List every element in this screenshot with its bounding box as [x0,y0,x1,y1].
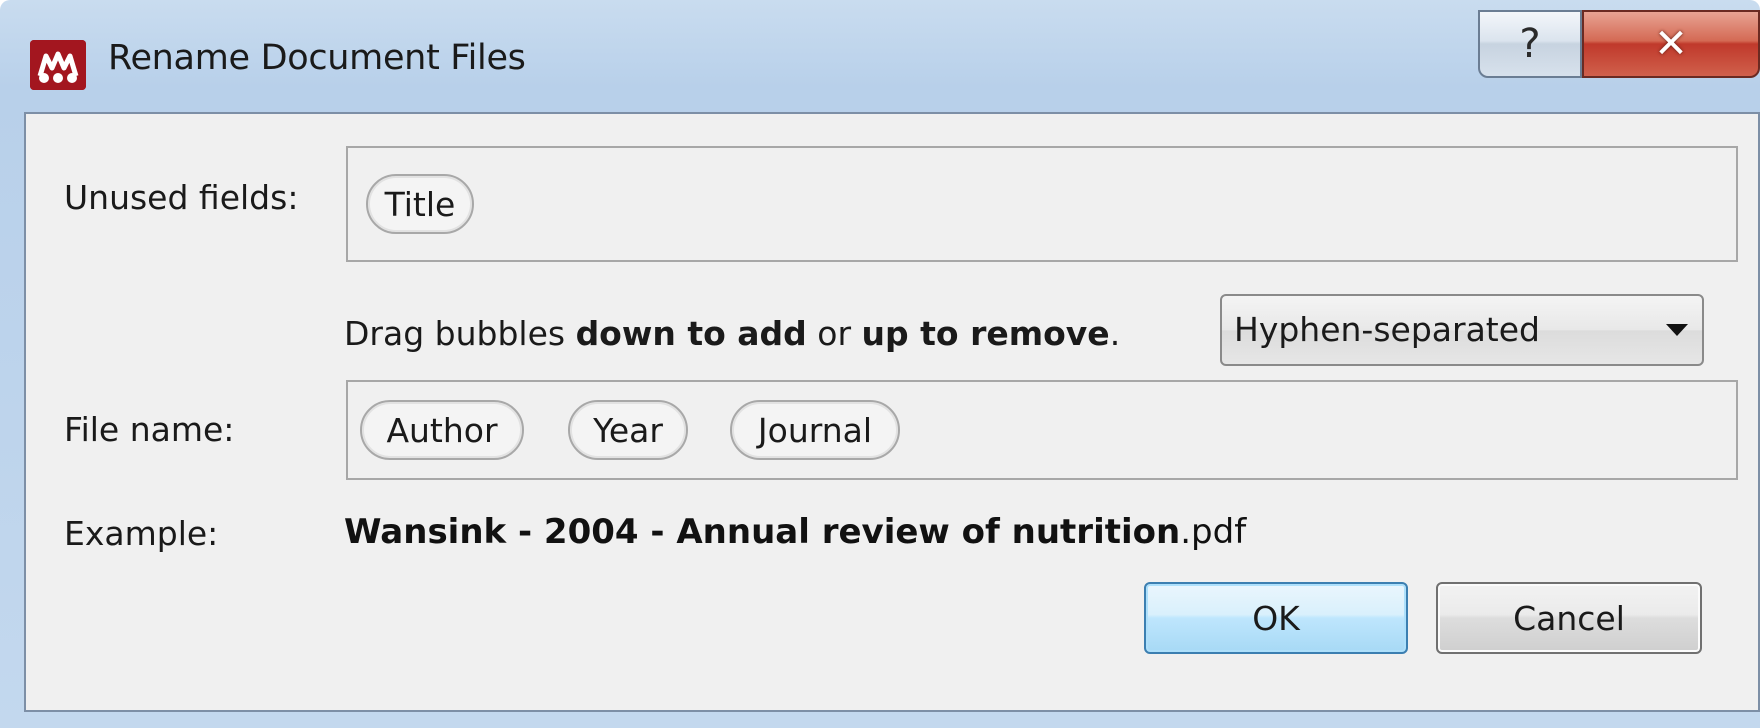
bubble-journal[interactable]: Journal [730,400,900,460]
close-icon: ✕ [1654,21,1688,67]
help-button[interactable]: ? [1478,10,1582,78]
unused-fields-label: Unused fields: [64,178,299,217]
example-ext: .pdf [1180,512,1247,552]
mendeley-logo-icon [30,40,86,90]
hint-post: . [1109,314,1121,353]
hint-down-to-add: down to add [575,314,807,353]
cancel-button[interactable]: Cancel [1436,582,1702,654]
separator-selected: Hyphen-separated [1234,310,1540,349]
close-button[interactable]: ✕ [1582,10,1760,78]
caption-buttons: ? ✕ [1478,10,1760,80]
hint-up-to-remove: up to remove [861,314,1110,353]
drag-hint: Drag bubbles down to add or up to remove… [344,314,1120,353]
dialog-body: Unused fields: Title Drag bubbles down t… [24,112,1760,712]
bubble-title[interactable]: Title [366,174,474,234]
hint-pre: Drag bubbles [344,314,576,353]
file-name-label: File name: [64,410,235,449]
separator-dropdown[interactable]: Hyphen-separated [1220,294,1704,366]
hint-mid: or [806,314,862,353]
example-label: Example: [64,514,219,553]
rename-dialog: Rename Document Files ? ✕ Unused fields:… [0,0,1760,728]
chevron-down-icon [1666,324,1688,336]
bubble-year[interactable]: Year [568,400,688,460]
help-icon: ? [1519,21,1541,67]
file-name-area[interactable]: Author Year Journal [346,380,1738,480]
ok-button[interactable]: OK [1144,582,1408,654]
window-title: Rename Document Files [108,38,526,78]
unused-fields-area[interactable]: Title [346,146,1738,262]
bubble-author[interactable]: Author [360,400,524,460]
title-bar[interactable]: Rename Document Files ? ✕ [0,0,1760,110]
example-filename: Wansink - 2004 - Annual review of nutrit… [344,512,1246,552]
example-name: Wansink - 2004 - Annual review of nutrit… [344,512,1181,552]
